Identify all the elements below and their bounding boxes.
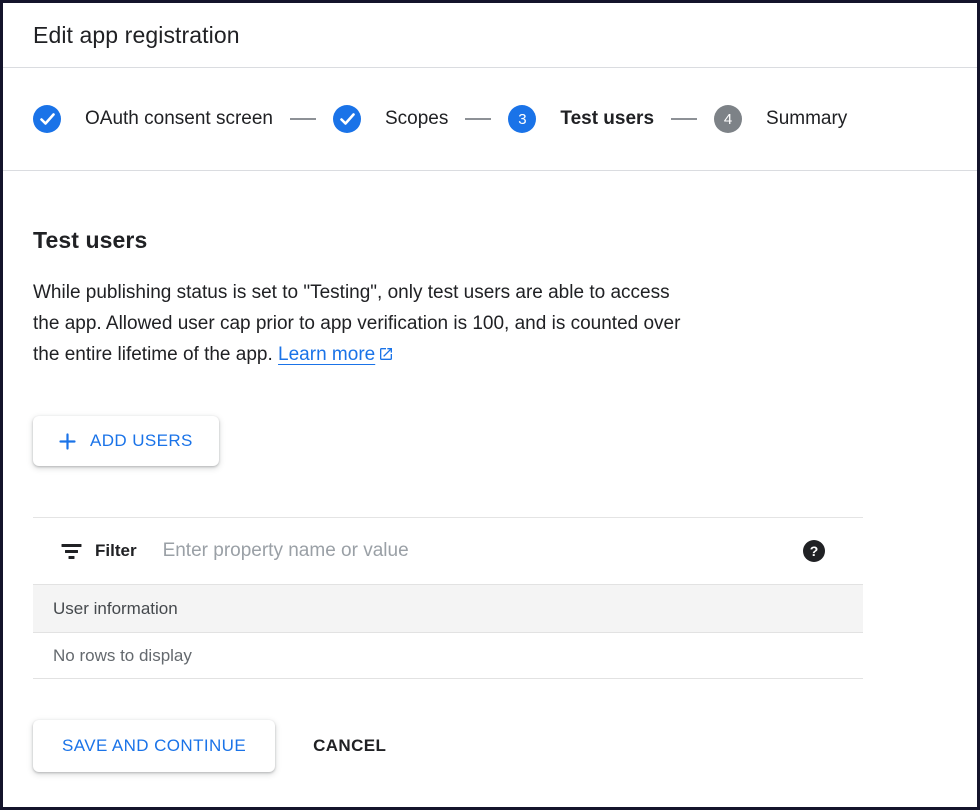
- step-summary[interactable]: 4 Summary: [714, 105, 847, 133]
- column-header-user-information: User information: [53, 599, 178, 619]
- help-icon[interactable]: ?: [803, 540, 825, 562]
- empty-state-message: No rows to display: [53, 646, 192, 666]
- step-label: Test users: [560, 108, 654, 130]
- external-link-icon: [378, 346, 394, 367]
- step-connector: [290, 118, 316, 120]
- step-number-badge: 4: [714, 105, 742, 133]
- filter-label: Filter: [95, 541, 137, 561]
- page-title: Edit app registration: [33, 22, 240, 49]
- test-users-table: Filter ? User information No rows to dis…: [33, 517, 863, 679]
- filter-bar: Filter ?: [33, 518, 863, 584]
- step-label: Scopes: [385, 108, 448, 130]
- edit-app-registration-page: Edit app registration OAuth consent scre…: [3, 3, 977, 772]
- save-and-continue-button[interactable]: SAVE AND CONTINUE: [33, 720, 275, 772]
- learn-more-link[interactable]: Learn more: [278, 344, 394, 365]
- step-scopes[interactable]: Scopes: [333, 105, 448, 133]
- page-header: Edit app registration: [3, 3, 977, 68]
- description-line: the entire lifetime of the app. Learn mo…: [33, 339, 913, 372]
- cancel-button[interactable]: CANCEL: [313, 736, 386, 756]
- description-text: While publishing status is set to "Testi…: [33, 277, 913, 372]
- table-header-row: User information: [33, 584, 863, 633]
- step-oauth-consent-screen[interactable]: OAuth consent screen: [33, 105, 273, 133]
- filter-icon: [61, 543, 82, 560]
- registration-stepper: OAuth consent screen Scopes 3 Test users…: [3, 68, 977, 171]
- add-users-button[interactable]: ADD USERS: [33, 416, 219, 466]
- footer-actions: SAVE AND CONTINUE CANCEL: [33, 720, 947, 772]
- section-heading: Test users: [33, 227, 947, 254]
- step-connector: [465, 118, 491, 120]
- description-line: While publishing status is set to "Testi…: [33, 277, 913, 308]
- filter-input[interactable]: [163, 540, 803, 562]
- plus-icon: [59, 433, 76, 450]
- step-connector: [671, 118, 697, 120]
- step-label: Summary: [766, 108, 847, 130]
- description-line: the app. Allowed user cap prior to app v…: [33, 308, 913, 339]
- step-complete-check-icon: [33, 105, 61, 133]
- step-number-badge: 3: [508, 105, 536, 133]
- table-empty-row: No rows to display: [33, 633, 863, 679]
- step-label: OAuth consent screen: [85, 108, 273, 130]
- filter-button[interactable]: Filter: [61, 541, 137, 561]
- step-test-users[interactable]: 3 Test users: [508, 105, 654, 133]
- step-complete-check-icon: [333, 105, 361, 133]
- main-content: Test users While publishing status is se…: [3, 227, 977, 772]
